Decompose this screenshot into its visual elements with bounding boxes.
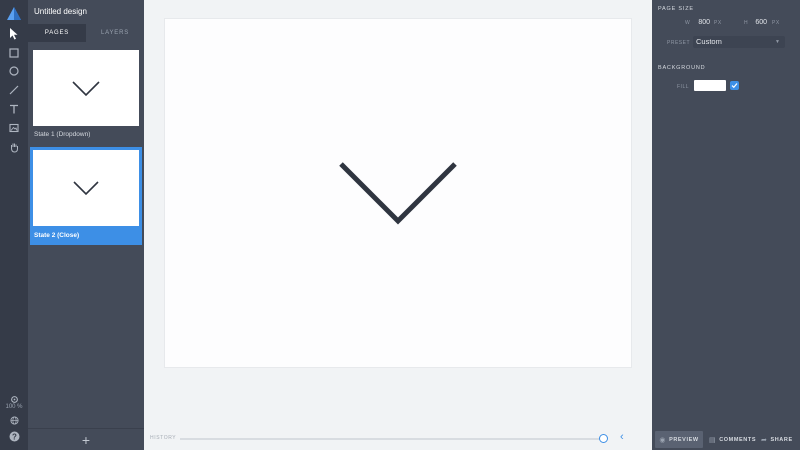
comments-label: COMMENTS (719, 436, 757, 443)
line-tool-icon[interactable] (6, 82, 22, 98)
inspector-panel: PAGE SIZE W PX H PX PRESET Custom ▼ BACK… (652, 0, 800, 450)
preset-select[interactable]: Custom ▼ (693, 36, 785, 48)
history-slider-track[interactable] (180, 438, 600, 440)
canvas-area[interactable]: HISTORY ‹ (144, 0, 652, 450)
select-tool-icon[interactable] (6, 26, 22, 42)
zoom-level[interactable]: 100 % (0, 404, 28, 410)
height-unit: PX (772, 20, 780, 26)
history-slider-handle[interactable] (599, 434, 608, 443)
share-icon: ➦ (761, 436, 768, 444)
help-icon[interactable]: ? (6, 428, 22, 444)
plus-icon: + (81, 431, 91, 448)
width-unit: PX (714, 20, 722, 26)
fill-label: FILL (677, 84, 690, 90)
chevron-down-icon: ▼ (775, 39, 780, 45)
pages-panel: Untitled design PAGES LAYERS State 1 (Dr… (28, 0, 144, 450)
preset-label: PRESET (667, 40, 691, 46)
tab-layers[interactable]: LAYERS (86, 24, 144, 42)
text-tool-icon[interactable] (6, 101, 22, 117)
bottom-actions: ◉ PREVIEW ▤ COMMENTS ➦ SHARE (652, 429, 800, 450)
page-thumbnail-state-2[interactable] (33, 150, 139, 226)
page-label-state-2[interactable]: State 2 (Close) (34, 232, 79, 239)
image-tool-icon[interactable] (6, 120, 22, 136)
rectangle-tool-icon[interactable] (6, 45, 22, 61)
artboard[interactable] (164, 18, 632, 368)
share-label: SHARE (770, 436, 793, 443)
page-thumbnail-state-1[interactable] (33, 50, 139, 126)
chevron-down-icon (72, 81, 100, 97)
checkmark-icon (731, 83, 738, 89)
document-title[interactable]: Untitled design (34, 7, 87, 16)
fill-enabled-checkbox[interactable] (730, 81, 739, 90)
chevron-down-icon[interactable] (165, 19, 633, 369)
add-page-button[interactable]: + (28, 428, 144, 450)
width-input[interactable] (688, 17, 710, 27)
globe-icon[interactable] (6, 412, 22, 428)
app-logo-icon[interactable] (6, 5, 22, 21)
page-size-title: PAGE SIZE (658, 6, 694, 12)
height-input[interactable] (745, 17, 767, 27)
preview-label: PREVIEW (669, 436, 699, 443)
tab-pages[interactable]: PAGES (28, 24, 86, 42)
comments-button[interactable]: ▤ COMMENTS (709, 431, 761, 448)
history-label: HISTORY (150, 435, 177, 441)
chevron-down-icon (73, 181, 99, 196)
svg-text:?: ? (12, 432, 17, 441)
preset-value: Custom (696, 37, 722, 46)
tool-rail: 100 % ? (0, 0, 28, 450)
chevron-left-icon[interactable]: ‹ (620, 432, 624, 443)
history-bar: HISTORY ‹ (148, 431, 648, 445)
hand-tool-icon[interactable] (6, 139, 22, 155)
share-button[interactable]: ➦ SHARE (761, 431, 797, 448)
page-label-state-1[interactable]: State 1 (Dropdown) (34, 131, 90, 138)
ellipse-tool-icon[interactable] (6, 63, 22, 79)
comment-icon: ▤ (709, 436, 717, 444)
background-title: BACKGROUND (658, 65, 706, 71)
eye-icon: ◉ (659, 436, 667, 444)
fill-color-swatch[interactable] (694, 80, 726, 91)
preview-button[interactable]: ◉ PREVIEW (655, 431, 703, 448)
panel-tabs: PAGES LAYERS (28, 24, 144, 42)
